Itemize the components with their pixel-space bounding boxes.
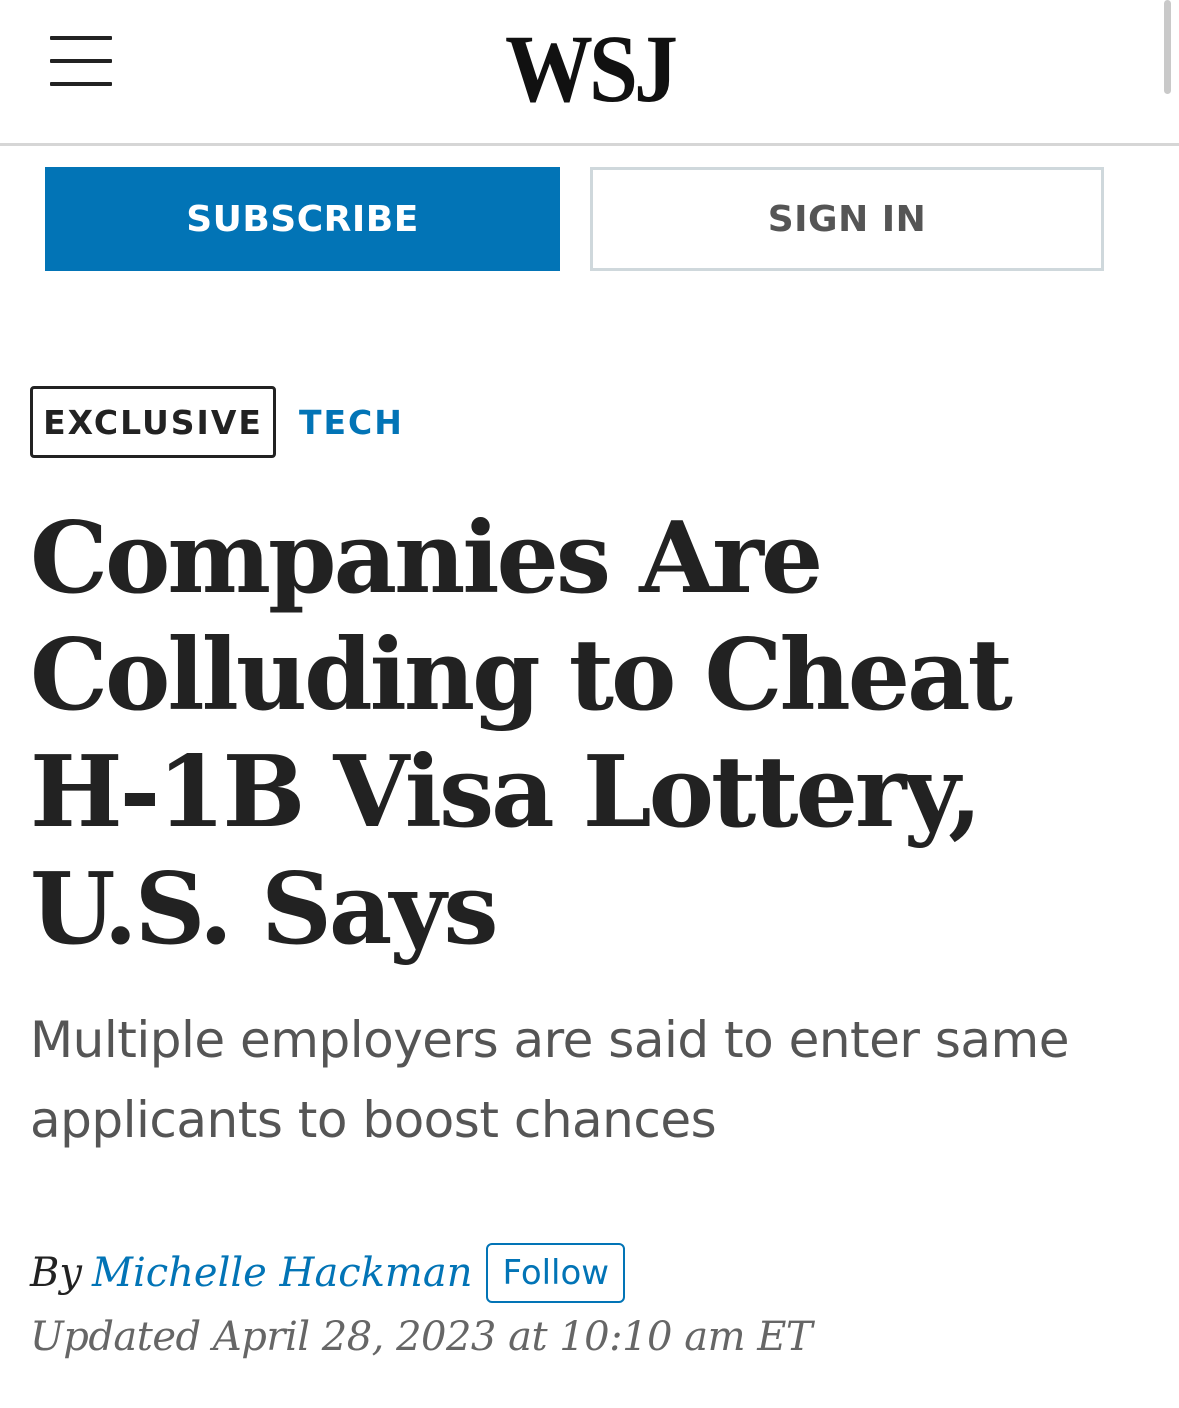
article-page: WSJ SUBSCRIBE SIGN IN EXCLUSIVE TECH Com… bbox=[0, 0, 1179, 1408]
byline-prefix: By bbox=[30, 1250, 82, 1296]
follow-author-button[interactable]: Follow bbox=[486, 1243, 626, 1303]
article-headline: Companies Are Colluding to Cheat H-1B Vi… bbox=[30, 501, 1013, 967]
top-navigation-bar: WSJ bbox=[0, 0, 1179, 146]
subscribe-button[interactable]: SUBSCRIBE bbox=[45, 167, 560, 271]
byline: By Michelle Hackman Follow bbox=[30, 1242, 626, 1304]
exclusive-badge: EXCLUSIVE bbox=[30, 386, 276, 458]
wsj-logo[interactable]: WSJ bbox=[0, 21, 1179, 119]
article-timestamp: Updated April 28, 2023 at 10:10 am ET bbox=[30, 1314, 813, 1360]
author-link[interactable]: Michelle Hackman bbox=[92, 1250, 472, 1296]
article-subheadline: Multiple employers are said to enter sam… bbox=[30, 1011, 1070, 1149]
scrollbar[interactable] bbox=[1164, 0, 1171, 94]
section-link-tech[interactable]: TECH bbox=[299, 386, 404, 458]
sign-in-button[interactable]: SIGN IN bbox=[590, 167, 1104, 271]
